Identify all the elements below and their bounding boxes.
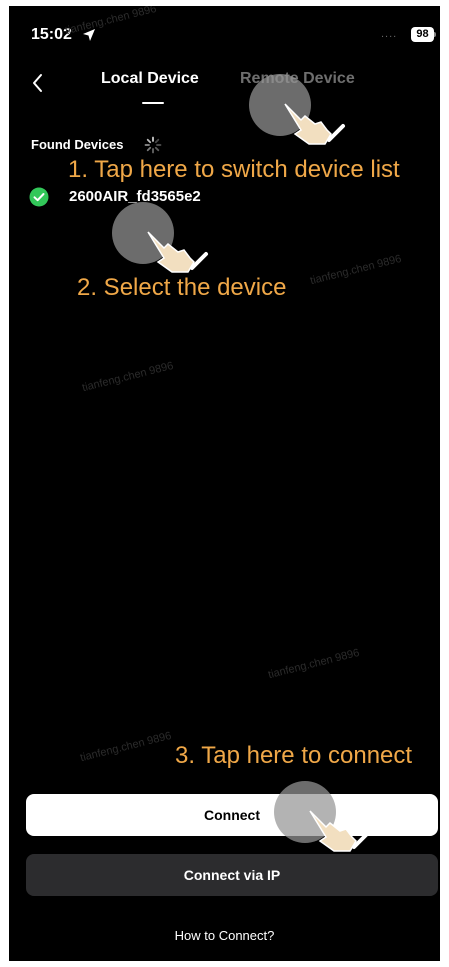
hand-tap-icon [147, 231, 208, 273]
tab-local-device[interactable]: Local Device [101, 70, 199, 88]
battery-indicator: 98 [411, 27, 434, 42]
watermark: tianfeng.chen 9896 [266, 646, 361, 682]
tap-hint-device [112, 202, 212, 282]
annotation-step-1: 1. Tap here to switch device list [68, 156, 400, 183]
app-screen: 15:02 .... 98 tianfeng.chen 9896 Local D… [9, 6, 440, 961]
connect-via-ip-button[interactable]: Connect via IP [26, 854, 438, 896]
watermark: tianfeng.chen 9896 [80, 359, 175, 395]
found-devices-label: Found Devices [31, 137, 124, 152]
connect-button[interactable]: Connect [26, 794, 438, 836]
back-button[interactable] [27, 70, 49, 96]
tap-hint-remote [249, 74, 349, 154]
signal-dots: .... [381, 28, 398, 40]
check-circle-icon [29, 187, 49, 207]
battery-tip [434, 32, 436, 37]
hand-tap-icon [284, 103, 345, 145]
watermark: tianfeng.chen 9896 [78, 729, 173, 765]
hand-tap-icon [309, 810, 370, 852]
how-to-connect-link[interactable]: How to Connect? [9, 928, 440, 943]
loading-spinner-icon [144, 136, 162, 154]
annotation-step-3: 3. Tap here to connect [175, 742, 413, 769]
active-tab-indicator [142, 102, 164, 104]
top-nav: Local Device Remote Device [9, 68, 440, 108]
tap-hint-connect [274, 781, 374, 861]
watermark: tianfeng.chen 9896 [308, 252, 403, 288]
